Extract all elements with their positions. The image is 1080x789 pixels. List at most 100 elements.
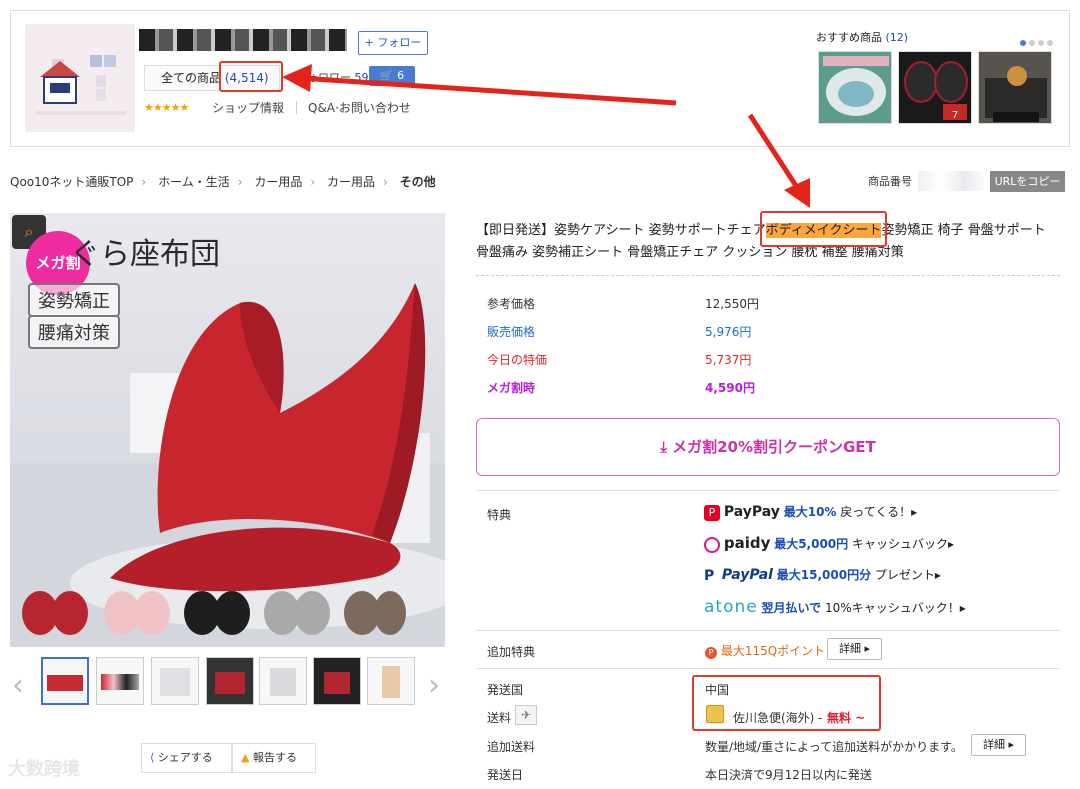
shop-header: + フォロー 全ての商品 (4,514) フォロワー 597 🛒 6 ★★★★★… [10, 10, 1070, 147]
atone-row[interactable]: atone 翌月払いで 10%キャッシュバック！▸ [704, 597, 966, 617]
breadcrumb-item-car2[interactable]: カー用品 [327, 175, 375, 189]
copy-url-button[interactable]: URLをコピー [990, 171, 1065, 192]
paidy-rest: キャッシュバック▸ [851, 537, 955, 551]
thumbnail-7[interactable] [367, 657, 415, 705]
breadcrumb-item-home[interactable]: ホーム・生活 [158, 175, 230, 189]
title-part-1: 【即日発送】姿勢ケアシート 姿勢サポートチェア [476, 223, 766, 238]
warning-icon: ▲ [241, 751, 250, 764]
paypay-strong: 最大10% [783, 505, 837, 519]
divider [476, 630, 1060, 631]
ship-country-label: 発送国 [487, 683, 524, 697]
paidy-icon [704, 536, 720, 553]
swatch-red [22, 591, 88, 635]
paypay-row[interactable]: P PayPay 最大10% 戻ってくる！▸ [704, 503, 917, 521]
follower-count[interactable]: フォロワー 597 [296, 69, 376, 85]
thumbnail-6[interactable] [313, 657, 361, 705]
image-heading: ぐら座布団 [70, 237, 220, 272]
divider [476, 490, 1060, 491]
breadcrumb: Qoo10ネット通販TOP › ホーム・生活 › カー用品 › カー用品 › その他 [10, 175, 436, 189]
swatch-pink [104, 591, 170, 635]
price-mega: 4,590円 [705, 381, 755, 395]
recommend-item-2[interactable]: 7 [898, 51, 972, 124]
recommend-title[interactable]: おすすめ商品 (12) [816, 29, 908, 45]
share-label: シェアする [157, 751, 213, 764]
price-label-sale: 販売価格 [487, 325, 536, 339]
shop-logo-image [36, 55, 126, 115]
price-label-today: 今日の特価 [487, 353, 548, 367]
paypal-strong: 最大15,000円分 [776, 568, 872, 582]
report-label: 報告する [252, 751, 297, 764]
dog-car-seat-image [979, 52, 1051, 123]
recommend-item-1[interactable] [818, 51, 892, 124]
share-button[interactable]: ⟨ シェアする [141, 743, 232, 773]
paidy-strong: 最大5,000円 [774, 537, 849, 551]
paidy-brand: paidy [723, 534, 771, 552]
report-button[interactable]: ▲ 報告する [232, 743, 316, 773]
divider [476, 668, 1060, 669]
follower-label: フォロワー [296, 71, 351, 84]
extra-ship-detail-button[interactable]: 詳細 ▸ [971, 734, 1026, 756]
breadcrumb-item-current: その他 [399, 175, 436, 189]
swatch-gray [264, 591, 330, 635]
price-reference: 12,550円 [705, 297, 759, 311]
thumbnail-5[interactable] [259, 657, 307, 705]
follow-button[interactable]: + フォロー [358, 31, 428, 55]
price-today: 5,737円 [705, 353, 752, 367]
paypay-rest: 戻ってくる！▸ [840, 505, 918, 519]
share-icon: ⟨ [150, 751, 155, 764]
paypal-rest: プレゼント▸ [874, 568, 941, 582]
toilet-seat-image [823, 56, 889, 116]
thumbnail-1[interactable] [41, 657, 89, 705]
cart-icon: 🛒 [379, 69, 394, 82]
paypay-icon: P [704, 504, 720, 521]
annotation-box-shipping [692, 675, 881, 731]
recommend-item-3[interactable] [978, 51, 1052, 124]
swatch-brown [344, 591, 406, 635]
paidy-row[interactable]: paidy 最大5,000円 キャッシュバック▸ [704, 534, 954, 553]
divider [476, 275, 1060, 276]
qa-link[interactable]: Q&A·お問い合わせ [308, 99, 411, 116]
thumbnail-2[interactable] [96, 657, 144, 705]
swatch-black [184, 591, 250, 635]
ship-date-label: 発送日 [487, 768, 524, 782]
price-label-reference: 参考価格 [487, 297, 536, 311]
qpoint-value: P 最大115Qポイント [705, 642, 825, 659]
thumbnail-4[interactable] [206, 657, 254, 705]
product-number-label: 商品番号 [868, 175, 912, 188]
watermark: 大数跨境 [8, 759, 80, 780]
extra-ship-label: 追加送料 [487, 740, 536, 754]
seat-cushion-image: 7 [904, 61, 968, 121]
product-number-blurred [918, 171, 988, 191]
atone-rest: 10%キャッシュバック！▸ [825, 601, 966, 615]
carousel-dots[interactable] [1017, 35, 1053, 49]
qpoint-text: 最大115Qポイント [720, 644, 826, 658]
main-product-image[interactable]: ⌕ メガ割 ぐら座布団 姿勢矯正 腰痛対策 [10, 213, 445, 647]
ship-date-value: 本日決済で9月12日以内に発送 [705, 768, 872, 782]
price-sale: 5,976円 [705, 325, 752, 339]
paypal-icon: P [704, 567, 715, 584]
shop-info-link[interactable]: ショップ情報 [212, 99, 284, 116]
extra-benefit-detail-button[interactable]: 詳細 ▸ [827, 638, 882, 660]
annotation-box-title [760, 211, 887, 247]
breadcrumb-item-top[interactable]: Qoo10ネット通販TOP [10, 175, 133, 189]
download-icon: ⤓ [660, 438, 667, 456]
rating-stars-icon: ★★★★★ [144, 101, 189, 114]
annotation-box-count [219, 61, 283, 92]
color-swatches [22, 591, 406, 635]
image-tag-posture: 姿勢矯正 [28, 283, 120, 317]
thumb-next-arrow-icon[interactable]: › [428, 668, 440, 703]
shop-name-blurred [139, 29, 347, 51]
recommend-label: おすすめ商品 [816, 31, 882, 44]
paypal-row[interactable]: P PayPal 最大15,000円分 プレゼント▸ [704, 566, 941, 584]
price-label-mega: メガ割時 [487, 381, 536, 395]
thumbnail-3[interactable] [151, 657, 199, 705]
airplane-icon: ✈ [515, 705, 537, 725]
coupon-button[interactable]: ⤓ メガ割20%割引クーポンGET [476, 418, 1060, 476]
benefits-label: 特典 [487, 508, 512, 522]
shop-logo[interactable] [25, 24, 135, 132]
thumb-prev-arrow-icon[interactable]: ‹ [12, 668, 24, 703]
cart-button[interactable]: 🛒 6 [369, 66, 415, 86]
divider [296, 101, 297, 114]
cart-count: 6 [397, 69, 405, 82]
breadcrumb-item-car[interactable]: カー用品 [254, 175, 302, 189]
